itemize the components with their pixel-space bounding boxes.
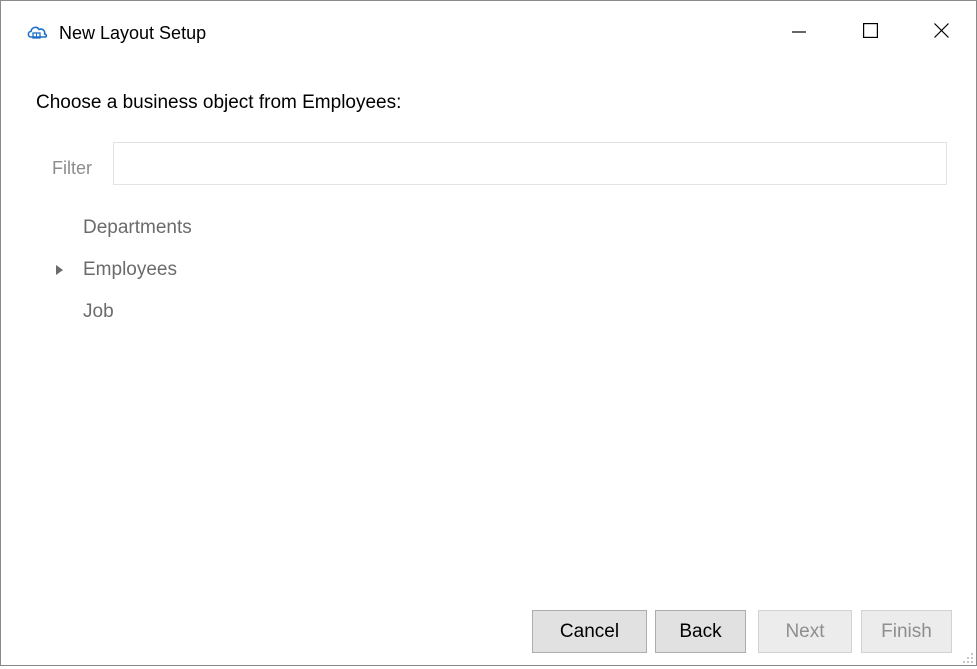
filter-label: Filter: [52, 158, 92, 178]
tree-item-label: Departments: [83, 217, 192, 238]
window-title: New Layout Setup: [59, 23, 207, 43]
tree-item-label: Employees: [83, 259, 177, 280]
back-button[interactable]: Back: [655, 610, 746, 653]
cloud-icon: [26, 23, 48, 43]
tree-item-employees[interactable]: Employees: [55, 255, 177, 285]
tree-expander-placeholder: [55, 297, 83, 327]
tree-item-departments[interactable]: Departments: [55, 213, 192, 243]
close-button[interactable]: [917, 15, 965, 51]
instruction-text: Choose a business object from Employees:: [36, 92, 402, 113]
expand-arrow-icon[interactable]: [55, 255, 83, 285]
minimize-icon: [792, 24, 806, 43]
tree-item-job[interactable]: Job: [55, 297, 114, 327]
tree-item-label: Job: [83, 301, 114, 322]
close-icon: [933, 23, 949, 43]
resize-grip-icon[interactable]: [962, 651, 974, 663]
tree-expander-placeholder: [55, 213, 83, 243]
next-button[interactable]: Next: [758, 610, 852, 653]
filter-input[interactable]: [113, 142, 947, 185]
finish-button[interactable]: Finish: [861, 610, 952, 653]
maximize-icon: [862, 23, 878, 43]
dialog-window: New Layout Setup Choose a business objec…: [0, 0, 977, 666]
cancel-button[interactable]: Cancel: [532, 610, 647, 653]
maximize-button[interactable]: [846, 15, 894, 51]
title-bar[interactable]: New Layout Setup: [1, 1, 976, 63]
minimize-button[interactable]: [775, 15, 823, 51]
